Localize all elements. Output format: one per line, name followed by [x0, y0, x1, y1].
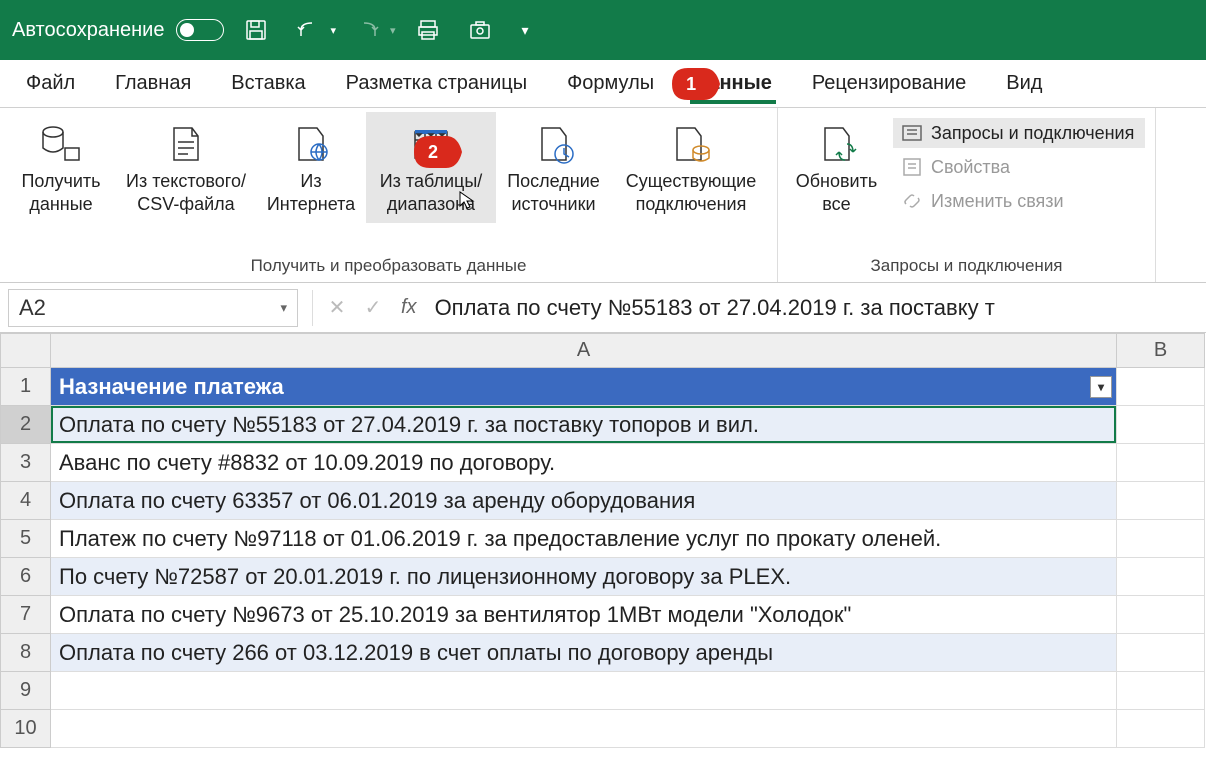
cell[interactable] — [1117, 406, 1205, 444]
cell[interactable] — [1117, 368, 1205, 406]
customize-qat-dropdown[interactable]: ▾ — [522, 22, 529, 39]
cell[interactable]: Платеж по счету №97118 от 01.06.2019 г. … — [51, 520, 1117, 558]
undo-button[interactable] — [288, 10, 328, 50]
tab-formulas[interactable]: Формулы — [551, 64, 670, 103]
cell[interactable]: Оплата по счету 63357 от 06.01.2019 за а… — [51, 482, 1117, 520]
queries-icon — [901, 122, 923, 144]
web-file-icon — [289, 122, 333, 166]
links-icon — [901, 190, 923, 212]
row-header[interactable]: 9 — [1, 672, 51, 710]
ribbon-tabs: Файл Главная Вставка Разметка страницы Ф… — [0, 60, 1206, 108]
autosave-toggle[interactable] — [176, 19, 224, 41]
refresh-all-button[interactable]: Обновить все — [784, 112, 889, 223]
existing-connections-button[interactable]: Существующие подключения — [611, 112, 771, 223]
recent-file-icon — [532, 122, 576, 166]
spreadsheet-grid[interactable]: A B 1 Назначение платежа 2 Оплата по сче… — [0, 333, 1206, 748]
autosave-label: Автосохранение — [12, 19, 164, 42]
row-header[interactable]: 4 — [1, 482, 51, 520]
insert-function-button[interactable]: fx — [401, 296, 417, 319]
select-all-corner[interactable] — [1, 334, 51, 368]
redo-dropdown[interactable]: ▾ — [390, 24, 396, 37]
table-header-cell[interactable]: Назначение платежа — [51, 368, 1117, 406]
ribbon-group-queries: Обновить все Запросы и подключения Свойс… — [778, 108, 1156, 282]
cancel-formula-button[interactable]: ✕ — [319, 290, 355, 326]
row-header[interactable]: 5 — [1, 520, 51, 558]
ribbon-group-label-2: Запросы и подключения — [784, 252, 1149, 280]
camera-icon — [468, 18, 492, 42]
queries-connections-button[interactable]: Запросы и подключения — [893, 118, 1145, 148]
refresh-icon — [815, 122, 859, 166]
filter-dropdown-button[interactable] — [1090, 376, 1112, 398]
row-header[interactable]: 1 — [1, 368, 51, 406]
camera-button[interactable] — [460, 10, 500, 50]
annotation-badge-1: 1 — [672, 68, 720, 100]
row-header[interactable]: 10 — [1, 710, 51, 748]
cell[interactable]: Оплата по счету 266 от 03.12.2019 в счет… — [51, 634, 1117, 672]
from-web-button[interactable]: Из Интернета — [256, 112, 366, 223]
cell[interactable] — [1117, 596, 1205, 634]
cell[interactable] — [1117, 444, 1205, 482]
print-icon — [416, 18, 440, 42]
tab-review[interactable]: Рецензирование — [796, 64, 982, 103]
cell[interactable] — [1117, 558, 1205, 596]
row-header[interactable]: 7 — [1, 596, 51, 634]
save-button[interactable] — [236, 10, 276, 50]
cell[interactable] — [1117, 634, 1205, 672]
name-box[interactable]: A2 ▾ — [8, 289, 298, 327]
tab-page-layout[interactable]: Разметка страницы — [330, 64, 543, 103]
column-header-A[interactable]: A — [51, 334, 1117, 368]
existing-conn-icon — [669, 122, 713, 166]
cell[interactable]: Аванс по счету #8832 от 10.09.2019 по до… — [51, 444, 1117, 482]
annotation-badge-2: 2 — [414, 136, 462, 168]
properties-button[interactable]: Свойства — [893, 152, 1145, 182]
from-csv-button[interactable]: Из текстового/ CSV-файла — [116, 112, 256, 223]
edit-links-button[interactable]: Изменить связи — [893, 186, 1145, 216]
recent-sources-button[interactable]: Последние источники — [496, 112, 611, 223]
tab-data[interactable]: 1 Данные — [678, 64, 788, 103]
cell[interactable] — [1117, 482, 1205, 520]
ribbon-group-get-transform: Получить данные Из текстового/ CSV-файла… — [0, 108, 778, 282]
row-header[interactable]: 8 — [1, 634, 51, 672]
cell[interactable] — [51, 672, 1117, 710]
redo-button[interactable] — [348, 10, 388, 50]
cell[interactable] — [51, 710, 1117, 748]
tab-insert[interactable]: Вставка — [215, 64, 321, 103]
tab-file[interactable]: Файл — [10, 64, 91, 103]
name-box-dropdown-icon[interactable]: ▾ — [280, 300, 287, 316]
column-header-B[interactable]: B — [1117, 334, 1205, 368]
database-icon — [39, 122, 83, 166]
cell[interactable] — [1117, 710, 1205, 748]
from-table-range-button[interactable]: 2 Из таблицы/ диапазона — [366, 112, 496, 223]
save-icon — [244, 18, 268, 42]
get-data-button[interactable]: Получить данные — [6, 112, 116, 223]
formula-bar: A2 ▾ ✕ ✓ fx — [0, 283, 1206, 333]
ribbon: Получить данные Из текстового/ CSV-файла… — [0, 108, 1206, 283]
undo-dropdown[interactable]: ▾ — [330, 24, 336, 37]
tab-view[interactable]: Вид — [990, 64, 1058, 103]
row-header[interactable]: 3 — [1, 444, 51, 482]
cell[interactable] — [1117, 672, 1205, 710]
cell[interactable]: По счету №72587 от 20.01.2019 г. по лице… — [51, 558, 1117, 596]
row-header[interactable]: 6 — [1, 558, 51, 596]
cell[interactable]: Оплата по счету №9673 от 25.10.2019 за в… — [51, 596, 1117, 634]
text-file-icon — [164, 122, 208, 166]
accept-formula-button[interactable]: ✓ — [355, 290, 391, 326]
cell[interactable] — [1117, 520, 1205, 558]
tab-home[interactable]: Главная — [99, 64, 207, 103]
title-bar: Автосохранение ▾ ▾ ▾ — [0, 0, 1206, 60]
row-header[interactable]: 2 — [1, 406, 51, 444]
undo-icon — [296, 18, 320, 42]
redo-icon — [356, 18, 380, 42]
cell-A2[interactable]: Оплата по счету №55183 от 27.04.2019 г. … — [51, 406, 1117, 444]
properties-icon — [901, 156, 923, 178]
formula-input[interactable] — [427, 295, 1206, 321]
ribbon-group-label-1: Получить и преобразовать данные — [6, 252, 771, 280]
print-button[interactable] — [408, 10, 448, 50]
